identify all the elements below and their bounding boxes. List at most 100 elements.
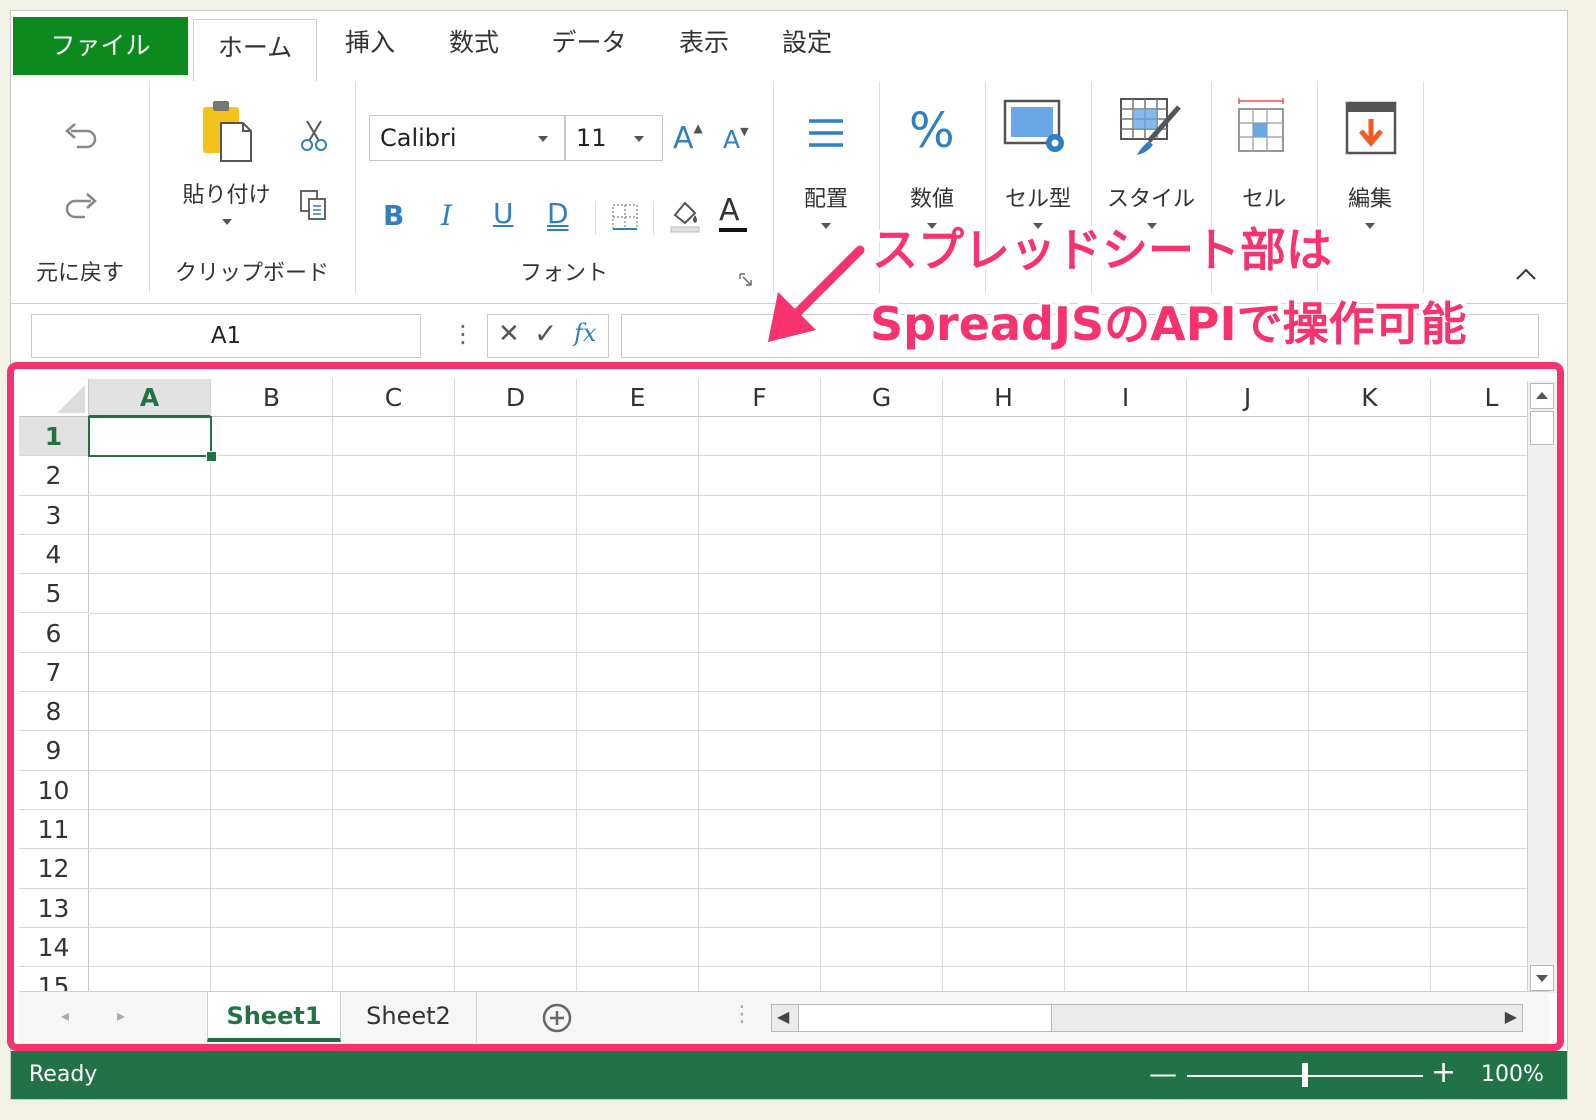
column-header-a[interactable]: A: [89, 379, 211, 417]
redo-icon[interactable]: [63, 189, 99, 219]
borders-icon[interactable]: [611, 203, 639, 231]
column-header-g[interactable]: G: [821, 379, 943, 417]
confirm-icon[interactable]: ✓: [534, 317, 557, 350]
tab-formulas[interactable]: 数式: [433, 11, 515, 81]
annotation-arrow-icon: [768, 245, 865, 342]
fill-color-icon[interactable]: [669, 197, 701, 233]
font-dialog-launcher-icon[interactable]: [739, 273, 753, 287]
h-scroll-thumb[interactable]: [798, 1005, 1052, 1031]
tab-insert[interactable]: 挿入: [329, 11, 411, 81]
font-name-select[interactable]: Calibri: [369, 115, 565, 161]
spreadsheet-grid[interactable]: A B C D E F G H I J K L 1 2 3 4 5 6 7 8 9 10 11 12 13 14 15: [19, 379, 1539, 991]
column-header-f[interactable]: F: [699, 379, 821, 417]
paste-icon[interactable]: [199, 97, 255, 163]
row-header-1[interactable]: 1: [19, 417, 89, 457]
align-icon: [809, 119, 843, 147]
row-header-4[interactable]: 4: [19, 534, 89, 575]
row-header-15[interactable]: 15: [19, 967, 89, 991]
double-underline-button[interactable]: D: [547, 197, 569, 230]
horizontal-scrollbar[interactable]: ◀ ▶: [771, 1004, 1523, 1032]
insert-function-icon[interactable]: fx: [574, 319, 596, 347]
selected-cell[interactable]: [88, 416, 212, 458]
grid-line: [1186, 417, 1187, 991]
font-color-button[interactable]: A: [719, 193, 747, 232]
undo-icon[interactable]: [63, 119, 99, 149]
underline-button[interactable]: U: [493, 197, 514, 230]
tab-settings[interactable]: 設定: [766, 11, 848, 81]
select-all-corner[interactable]: [19, 379, 89, 417]
number-label: 数値: [909, 187, 954, 212]
font-color-swatch: [719, 228, 747, 232]
row-header-6[interactable]: 6: [19, 613, 89, 653]
scroll-up-button[interactable]: [1530, 383, 1554, 409]
row-header-14[interactable]: 14: [19, 927, 89, 968]
name-box[interactable]: A1: [31, 314, 421, 358]
tab-file[interactable]: ファイル: [13, 17, 188, 75]
collapse-ribbon-icon[interactable]: [1515, 267, 1537, 281]
scroll-down-button[interactable]: [1530, 965, 1554, 991]
bold-button[interactable]: B: [383, 199, 404, 232]
column-header-e[interactable]: E: [577, 379, 699, 417]
fill-handle[interactable]: [206, 451, 217, 463]
row-header-5[interactable]: 5: [19, 574, 89, 614]
shrink-font-letter: A: [723, 125, 741, 154]
row-header-7[interactable]: 7: [19, 652, 89, 693]
row-header-13[interactable]: 13: [19, 888, 89, 928]
formula-actions: ✕ ✓ fx: [487, 314, 609, 358]
sheet-tab-strip: ◂ ▸ Sheet1 Sheet2 ⋮ ◀ ▶: [19, 991, 1549, 1044]
row-header-9[interactable]: 9: [19, 731, 89, 771]
splitter-handle-icon[interactable]: ⋮: [731, 1002, 753, 1027]
row-header-10[interactable]: 10: [19, 770, 89, 810]
tab-data[interactable]: データ: [539, 11, 639, 81]
chevron-down-icon: [821, 223, 831, 229]
paste-label[interactable]: 貼り付け: [169, 177, 284, 209]
cut-icon[interactable]: [299, 119, 329, 151]
edit-group[interactable]: 編集: [1317, 81, 1424, 293]
sheet-tab-sheet1[interactable]: Sheet1: [207, 992, 341, 1042]
sheet-tab-sheet2[interactable]: Sheet2: [341, 992, 477, 1042]
column-header-k[interactable]: K: [1309, 379, 1431, 417]
scroll-right-icon[interactable]: ▶: [1505, 1007, 1517, 1026]
font-group-label: フォント: [519, 261, 608, 286]
row-header-8[interactable]: 8: [19, 692, 89, 732]
row-header-12[interactable]: 12: [19, 849, 89, 889]
zoom-in-icon[interactable]: +: [1431, 1055, 1456, 1090]
column-header-b[interactable]: B: [211, 379, 333, 417]
grid-line: [576, 417, 577, 991]
row-header-2[interactable]: 2: [19, 456, 89, 496]
font-size-select[interactable]: 11: [565, 115, 663, 161]
column-header-c[interactable]: C: [333, 379, 455, 417]
align-label: 配置: [803, 187, 848, 212]
next-sheet-icon[interactable]: ▸: [117, 1006, 125, 1025]
tab-home[interactable]: ホーム: [193, 19, 317, 82]
more-vertical-icon[interactable]: ⋮: [451, 320, 475, 348]
prev-sheet-icon[interactable]: ◂: [61, 1006, 69, 1025]
row-header-11[interactable]: 11: [19, 810, 89, 850]
grid-line: [89, 848, 1539, 850]
column-header-l[interactable]: L: [1431, 379, 1539, 417]
column-header-h[interactable]: H: [943, 379, 1065, 417]
font-name-value: Calibri: [380, 124, 457, 152]
column-header-j[interactable]: J: [1187, 379, 1309, 417]
row-header-3[interactable]: 3: [19, 495, 89, 535]
italic-button[interactable]: I: [441, 199, 452, 232]
zoom-out-icon[interactable]: —: [1149, 1057, 1177, 1090]
ribbon-tab-bar: ファイル ホーム 挿入 数式 データ 表示 設定: [11, 11, 1567, 82]
grid-line: [89, 809, 1539, 810]
column-header-d[interactable]: D: [455, 379, 577, 417]
shrink-font-button[interactable]: A▼: [723, 125, 749, 154]
add-sheet-icon[interactable]: [541, 1002, 573, 1034]
tab-view[interactable]: 表示: [663, 11, 745, 81]
cancel-icon[interactable]: ✕: [498, 319, 520, 349]
vertical-scrollbar[interactable]: [1527, 381, 1558, 993]
paste-dropdown-caret[interactable]: [222, 219, 232, 225]
grid-line: [89, 691, 1539, 693]
cell-type-icon: [1003, 99, 1064, 152]
scroll-thumb[interactable]: [1530, 411, 1554, 445]
copy-icon[interactable]: [299, 189, 329, 221]
scroll-left-icon[interactable]: ◀: [777, 1007, 789, 1026]
column-header-i[interactable]: I: [1065, 379, 1187, 417]
zoom-slider-thumb[interactable]: [1302, 1063, 1308, 1087]
font-color-letter: A: [719, 193, 740, 228]
grow-font-button[interactable]: A▲: [673, 121, 703, 156]
